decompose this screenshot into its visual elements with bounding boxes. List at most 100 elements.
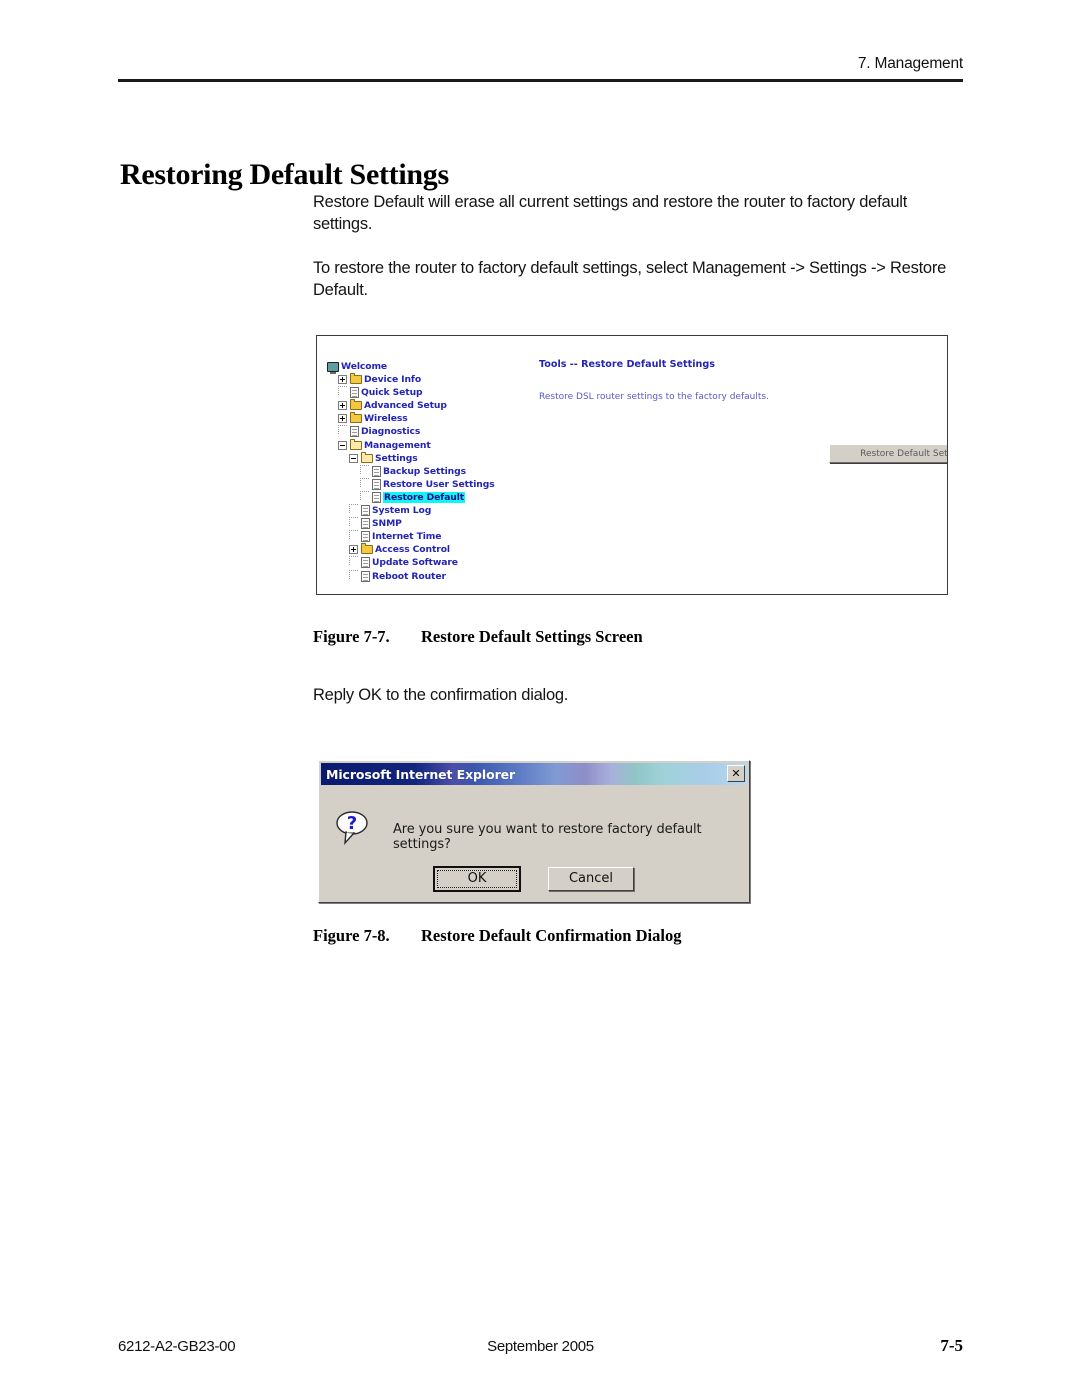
tree-item-welcome[interactable]: Welcome <box>327 359 567 374</box>
page-icon <box>361 505 370 517</box>
running-header-text: 7. Management <box>857 55 963 72</box>
tree-connector-icon <box>338 425 347 435</box>
tree-item-snmp[interactable]: SNMP <box>327 516 567 530</box>
tree-item-backup-settings[interactable]: Backup Settings <box>327 464 567 477</box>
expand-icon[interactable] <box>338 375 347 385</box>
tree-connector-icon <box>360 464 369 474</box>
tree-item-quick-setup[interactable]: Quick Setup <box>327 385 567 399</box>
navigation-tree[interactable]: Welcome Device Info Quick Setup Advanced Se… <box>327 359 567 582</box>
tree-item-update-software[interactable]: Update Software <box>327 555 567 569</box>
dialog-body: ? Are you sure you want to restore facto… <box>319 785 749 902</box>
tree-item-label: Wireless <box>364 413 408 425</box>
tree-connector-icon <box>360 477 369 487</box>
tree-item-restore-user-settings[interactable]: Restore User Settings <box>327 477 567 490</box>
header-rule <box>118 79 963 82</box>
folder-icon <box>350 373 362 385</box>
page-icon <box>350 426 359 438</box>
page-icon <box>350 387 359 399</box>
tree-connector-icon <box>349 569 358 579</box>
tree-item-label: Welcome <box>341 360 388 372</box>
paragraph-navigation: To restore the router to factory default… <box>313 258 946 299</box>
tree-connector-icon <box>349 530 358 540</box>
page-number: 7-5 <box>940 1336 963 1355</box>
tree-item-management[interactable]: Management <box>327 438 567 451</box>
document-number: 6212-A2-GB23-00 <box>118 1338 236 1355</box>
tree-item-reboot-router[interactable]: Reboot Router <box>327 569 567 582</box>
tree-item-restore-default[interactable]: Restore Default <box>327 490 567 503</box>
folder-icon <box>350 412 362 424</box>
tree-connector-icon <box>360 490 369 500</box>
svg-text:?: ? <box>347 813 357 834</box>
expand-icon[interactable] <box>349 545 358 555</box>
tree-item-label: Internet Time <box>372 531 442 543</box>
figure-7-7-title: Restore Default Settings Screen <box>421 627 643 646</box>
figure-7-7-caption: Figure 7-7. Restore Default Settings Scre… <box>313 627 643 647</box>
figure-restore-default-screen: Welcome Device Info Quick Setup Advanced Se… <box>316 335 948 595</box>
tree-item-label: System Log <box>372 504 432 516</box>
tree-item-label: Access Control <box>375 544 450 556</box>
page-icon <box>361 570 370 582</box>
ie-confirmation-dialog: Microsoft Internet Explorer ✕ ? Are you … <box>318 760 750 903</box>
tree-item-label: Device Info <box>364 374 422 386</box>
tree-item-wireless[interactable]: Wireless <box>327 411 567 424</box>
tree-item-label: Update Software <box>372 557 458 569</box>
tree-item-label: Diagnostics <box>361 426 421 438</box>
tree-item-label: Backup Settings <box>383 465 466 477</box>
tree-item-settings[interactable]: Settings <box>327 451 567 464</box>
expand-icon[interactable] <box>338 414 347 424</box>
folder-icon <box>361 543 373 555</box>
tree-item-device-info[interactable]: Device Info <box>327 372 567 385</box>
page-header: 7. Management <box>118 55 963 82</box>
collapse-icon[interactable] <box>338 440 347 450</box>
paragraph-intro: Restore Default will erase all current s… <box>313 193 908 233</box>
tree-item-label: Settings <box>375 452 418 464</box>
tree-item-label: Quick Setup <box>361 387 423 399</box>
content-panel: Tools -- Restore Default Settings Restor… <box>539 359 937 402</box>
tree-item-internet-time[interactable]: Internet Time <box>327 529 567 543</box>
page-icon <box>361 518 370 530</box>
tree-item-label: Advanced Setup <box>364 400 447 412</box>
reply-note: Reply OK to the confirmation dialog. <box>313 686 569 704</box>
dialog-button-row: OK Cancel <box>319 866 749 892</box>
tree-item-diagnostics[interactable]: Diagnostics <box>327 424 567 438</box>
figure-7-7-number: Figure 7-7. <box>313 627 390 646</box>
page-title: Restoring Default Settings <box>120 158 449 192</box>
collapse-icon[interactable] <box>349 453 358 463</box>
panel-title: Tools -- Restore Default Settings <box>539 359 715 370</box>
router-web-ui: Welcome Device Info Quick Setup Advanced Se… <box>317 336 947 594</box>
tree-item-label: Restore Default <box>383 491 466 503</box>
page-icon <box>361 531 370 543</box>
dialog-message: Are you sure you want to restore factory… <box>393 822 702 852</box>
tree-item-access-control[interactable]: Access Control <box>327 542 567 555</box>
tree-item-system-log[interactable]: System Log <box>327 503 567 517</box>
figure-7-8-number: Figure 7-8. <box>313 926 390 945</box>
page-icon <box>372 478 381 490</box>
ok-button[interactable]: OK <box>433 866 521 892</box>
dialog-title: Microsoft Internet Explorer <box>326 766 516 782</box>
tree-item-label: Management <box>364 439 431 451</box>
tree-item-label: Restore User Settings <box>383 478 495 490</box>
page-icon <box>361 557 370 569</box>
folder-icon <box>350 399 362 411</box>
figure-7-8-caption: Figure 7-8. Restore Default Confirmation … <box>313 926 681 946</box>
tree-item-label: SNMP <box>372 518 402 530</box>
monitor-icon <box>327 361 339 374</box>
restore-default-settings-button[interactable]: Restore Default Settings <box>829 444 947 463</box>
expand-icon[interactable] <box>338 401 347 411</box>
question-bubble-icon: ? <box>333 810 373 846</box>
figure-7-8-title: Restore Default Confirmation Dialog <box>421 926 682 945</box>
publication-date: September 2005 <box>487 1338 594 1355</box>
page-icon <box>372 465 381 477</box>
page-footer: 6212-A2-GB23-00 September 2005 7-5 <box>118 1336 963 1356</box>
tree-item-label: Reboot Router <box>372 570 446 582</box>
close-icon[interactable]: ✕ <box>727 765 745 782</box>
dialog-titlebar[interactable]: Microsoft Internet Explorer ✕ <box>321 763 747 785</box>
tree-connector-icon <box>349 504 358 514</box>
body-text-column: Restore Default will erase all current s… <box>313 192 968 324</box>
tree-connector-icon <box>338 386 347 396</box>
tree-connector-icon <box>349 517 358 527</box>
tree-item-advanced-setup[interactable]: Advanced Setup <box>327 398 567 411</box>
cancel-button[interactable]: Cancel <box>548 867 634 891</box>
panel-description: Restore DSL router settings to the facto… <box>539 392 769 402</box>
folder-open-icon <box>350 438 362 450</box>
